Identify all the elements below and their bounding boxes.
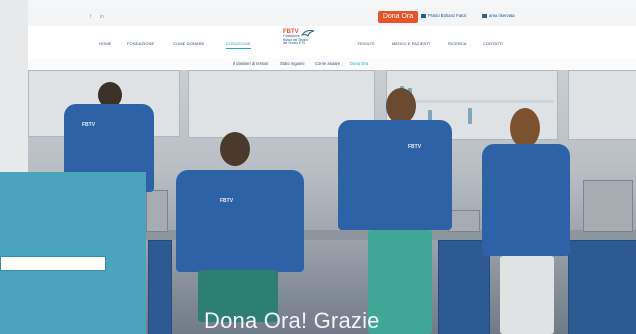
drawer: [568, 240, 636, 334]
sub-item-2[interactable]: Stato inganni: [280, 61, 304, 66]
lab-worker: FBTV: [324, 88, 454, 334]
overlay-form-panel: [0, 172, 146, 334]
nav-item-fondazione[interactable]: FONDAZIONE: [127, 41, 154, 46]
nav-item-medici-pazienti[interactable]: MEDICI E PAZIENTI: [392, 41, 430, 46]
donate-now-button[interactable]: Dona Ora: [378, 11, 418, 23]
logo-line-3: del Veneto ETS: [283, 41, 306, 46]
linkedin-icon[interactable]: in: [100, 14, 104, 20]
sub-navigation: Il dossieri di tessuti Stato inganni Com…: [28, 58, 636, 70]
nav-item-come-donare[interactable]: COME DONARE: [173, 41, 204, 46]
side-panel: [0, 0, 28, 172]
nav-item-tessuti[interactable]: TESSUTI: [357, 41, 375, 46]
user-icon: [482, 13, 487, 18]
jacket-logo-text: FBTV: [220, 198, 234, 204]
main-navigation: HOME FONDAZIONE COME DONARE DONAZIONE FB…: [28, 26, 636, 58]
top-bar: f in Dona Ora Pratici Bohanz Fanzi area …: [28, 8, 636, 26]
sub-item-dona-ora[interactable]: Dona Ora: [350, 61, 368, 66]
nav-item-home[interactable]: HOME: [99, 41, 111, 46]
sub-item-3[interactable]: Come aiutare: [315, 61, 340, 66]
nav-item-ricerca[interactable]: RICERCA: [448, 41, 467, 46]
upper-cabinet: [568, 70, 636, 140]
hero-caption: Dona Ora! Grazie: [204, 308, 380, 333]
fbtv-logo[interactable]: FBTV Fondazione Banca dei Tessuti del Ve…: [283, 29, 317, 55]
top-link-1-label: Pratici Bohanz Fanzi: [428, 13, 467, 18]
reserved-area-link[interactable]: area riservata: [482, 13, 515, 18]
top-link-1[interactable]: Pratici Bohanz Fanzi: [421, 13, 466, 18]
jacket-logo-text: FBTV: [82, 122, 96, 128]
document-icon: [421, 13, 426, 18]
reserved-area-label: area riservata: [489, 13, 515, 18]
lab-equipment: [146, 190, 168, 232]
nav-item-donazione[interactable]: DONAZIONE: [226, 41, 251, 49]
lab-worker: FBTV: [176, 132, 306, 322]
logo-bird-icon: [301, 30, 315, 37]
nav-item-contatti[interactable]: CONTATTI: [483, 41, 503, 46]
sub-item-1[interactable]: Il dossieri di tessuti: [233, 61, 268, 66]
jacket-logo-text: FBTV: [408, 144, 422, 150]
facebook-icon[interactable]: f: [90, 14, 91, 20]
form-input-field[interactable]: [0, 256, 106, 271]
lab-equipment: [583, 180, 633, 232]
lab-worker: [472, 108, 576, 334]
drawer: [148, 240, 172, 334]
